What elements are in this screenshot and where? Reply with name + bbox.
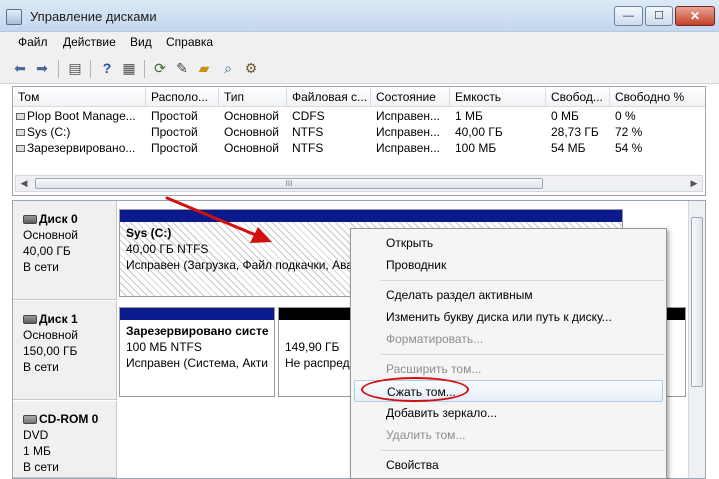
menu-separator	[381, 354, 664, 355]
menu-item-open[interactable]: Открыть	[354, 232, 663, 254]
menu-item-explorer[interactable]: Проводник	[354, 254, 663, 276]
menu-separator	[381, 280, 664, 281]
context-menu: Открыть Проводник Сделать раздел активны…	[350, 228, 667, 479]
menu-item-make-active[interactable]: Сделать раздел активным	[354, 284, 663, 306]
menu-item-change-letter[interactable]: Изменить букву диска или путь к диску...	[354, 306, 663, 328]
menu-item-add-mirror[interactable]: Добавить зеркало...	[354, 402, 663, 424]
menu-item-properties[interactable]: Свойства	[354, 454, 663, 476]
menu-item-format: Форматировать...	[386, 332, 484, 346]
menu-separator	[381, 450, 664, 451]
annotation-oval	[361, 377, 469, 402]
menu-item-delete: Удалить том...	[386, 428, 466, 442]
